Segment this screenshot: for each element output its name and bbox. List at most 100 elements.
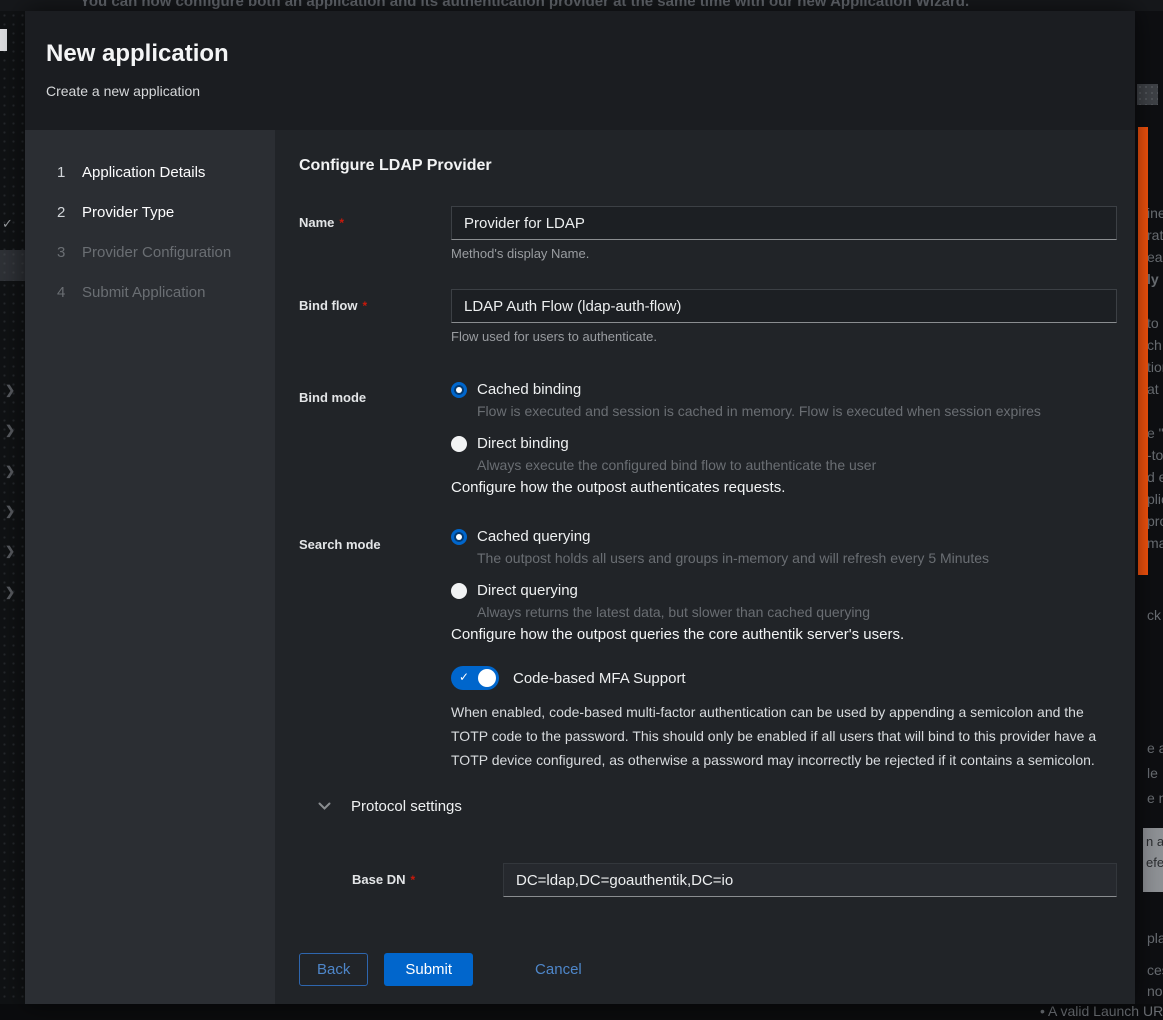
step-application-details[interactable]: 1 Application Details [25, 152, 275, 192]
chevron-right-icon: ❯ [5, 585, 15, 599]
radio-unselected-icon[interactable] [451, 583, 467, 599]
background-text-fragment: ck [1147, 607, 1161, 623]
radio-selected-icon[interactable] [451, 529, 467, 545]
form-row-search-mode: Search mode Cached querying The outpost … [299, 528, 1135, 643]
background-text-fragment: no [1147, 983, 1163, 999]
form-row-bind-flow: Bind flow* Flow used for users to authen… [299, 289, 1135, 344]
bind-flow-select[interactable] [451, 289, 1117, 323]
form-row-name: Name* Method's display Name. [299, 206, 1135, 261]
background-highlight-box [0, 250, 25, 281]
radio-description: The outpost holds all users and groups i… [477, 550, 1117, 566]
search-mode-footnote: Configure how the outpost queries the co… [451, 626, 1117, 643]
bind-flow-label: Bind flow* [299, 289, 451, 344]
chevron-right-icon: ❯ [5, 423, 15, 437]
step-number: 2 [57, 204, 82, 221]
background-text-fragment: ma [1147, 535, 1163, 551]
bind-mode-label: Bind mode [299, 381, 451, 496]
background-gray-box: n a efe [1143, 828, 1163, 892]
radio-unselected-icon[interactable] [451, 436, 467, 452]
background-text-fragment: le [1147, 765, 1158, 781]
background-text-fragment: e n [1147, 790, 1163, 806]
background-text-fragment: d e [1147, 469, 1163, 485]
new-application-modal: New application Create a new application… [25, 11, 1135, 1004]
modal-header: New application Create a new application [25, 11, 1135, 130]
background-text-fragment: ly a [1147, 271, 1163, 287]
radio-label: Direct binding [477, 435, 569, 452]
step-label: Provider Type [82, 204, 174, 221]
background-text-fragment: e a [1147, 740, 1163, 756]
radio-option-cached-binding[interactable]: Cached binding Flow is executed and sess… [451, 381, 1117, 419]
background-bottom-strip: • A valid Launch URI [0, 1004, 1163, 1020]
protocol-settings-group-header[interactable]: Protocol settings [299, 798, 1135, 815]
background-gray-box-line: n a [1146, 834, 1163, 849]
mfa-toggle-label: Code-based MFA Support [513, 670, 686, 687]
form-row-base-dn: Base DN* [352, 863, 1135, 897]
radio-option-cached-querying[interactable]: Cached querying The outpost holds all us… [451, 528, 1117, 566]
required-asterisk: * [363, 299, 368, 313]
background-launch-url-text: • A valid Launch URI [1040, 1004, 1163, 1019]
chevron-right-icon: ❯ [5, 504, 15, 518]
background-text-fragment: tion [1147, 359, 1163, 375]
radio-option-direct-binding[interactable]: Direct binding Always execute the config… [451, 435, 1117, 473]
radio-description: Flow is executed and session is cached i… [477, 403, 1117, 419]
step-number: 4 [57, 284, 82, 301]
chevron-right-icon: ❯ [5, 464, 15, 478]
background-gray-box-line: efe [1146, 855, 1163, 870]
wizard-content: Configure LDAP Provider Name* Method's d… [275, 130, 1135, 1004]
radio-description: Always execute the configured bind flow … [477, 457, 1117, 473]
orange-scroll-indicator [1138, 127, 1148, 575]
wizard-steps-nav: 1 Application Details 2 Provider Type 3 … [25, 130, 275, 1004]
step-label: Provider Configuration [82, 244, 231, 261]
mfa-toggle-row[interactable]: ✓ Code-based MFA Support [451, 666, 1117, 690]
modal-subtitle: Create a new application [46, 83, 1135, 99]
form-row-bind-mode: Bind mode Cached binding Flow is execute… [299, 381, 1135, 496]
base-dn-label: Base DN* [352, 863, 503, 897]
search-mode-label: Search mode [299, 528, 451, 643]
name-label: Name* [299, 206, 451, 261]
step-number: 3 [57, 244, 82, 261]
background-top-right-chip [1137, 84, 1158, 105]
background-text-fragment: ea [1147, 249, 1163, 265]
toggle-check-icon: ✓ [459, 670, 469, 684]
background-banner-text: You can now configure both an applicatio… [80, 0, 969, 10]
step-provider-type[interactable]: 2 Provider Type [25, 192, 275, 232]
name-help-text: Method's display Name. [451, 246, 1117, 261]
radio-description: Always returns the latest data, but slow… [477, 604, 1117, 620]
step-label: Submit Application [82, 284, 205, 301]
bind-mode-footnote: Configure how the outpost authenticates … [451, 479, 1117, 496]
wizard-footer: Back Submit Cancel [299, 934, 1135, 1004]
back-button[interactable]: Back [299, 953, 368, 986]
form-row-mfa: ✓ Code-based MFA Support When enabled, c… [299, 666, 1135, 772]
submit-button[interactable]: Submit [384, 953, 473, 986]
base-dn-input[interactable] [503, 863, 1117, 897]
background-text-fragment: e "o [1147, 425, 1163, 441]
chevron-down-icon[interactable] [318, 802, 331, 811]
step-submit-application: 4 Submit Application [25, 272, 275, 312]
background-text-fragment: to [1147, 315, 1159, 331]
required-asterisk: * [410, 873, 415, 887]
background-text-fragment: pro [1147, 513, 1163, 529]
chevron-right-icon: ❯ [5, 544, 15, 558]
radio-selected-icon[interactable] [451, 382, 467, 398]
modal-title: New application [46, 39, 1135, 69]
radio-label: Direct querying [477, 582, 578, 599]
background-text-fragment: ces [1147, 962, 1163, 978]
chevron-right-icon: ❯ [5, 383, 15, 397]
name-input[interactable] [451, 206, 1117, 240]
background-text-fragment: ine [1147, 205, 1163, 221]
background-text-fragment: rat [1147, 227, 1163, 243]
toggle-on-icon[interactable]: ✓ [451, 666, 499, 690]
toggle-knob [478, 669, 496, 687]
radio-label: Cached querying [477, 528, 590, 545]
cancel-button[interactable]: Cancel [535, 961, 582, 978]
check-icon: ✓ [2, 216, 13, 232]
radio-option-direct-querying[interactable]: Direct querying Always returns the lates… [451, 582, 1117, 620]
required-asterisk: * [339, 216, 344, 230]
step-provider-configuration: 3 Provider Configuration [25, 232, 275, 272]
background-text-fragment: at [1147, 381, 1159, 397]
background-text-fragment: -to [1147, 447, 1163, 463]
background-text-fragment: ch [1147, 337, 1162, 353]
step-number: 1 [57, 164, 82, 181]
page-title: Configure LDAP Provider [299, 156, 1135, 176]
radio-label: Cached binding [477, 381, 581, 398]
